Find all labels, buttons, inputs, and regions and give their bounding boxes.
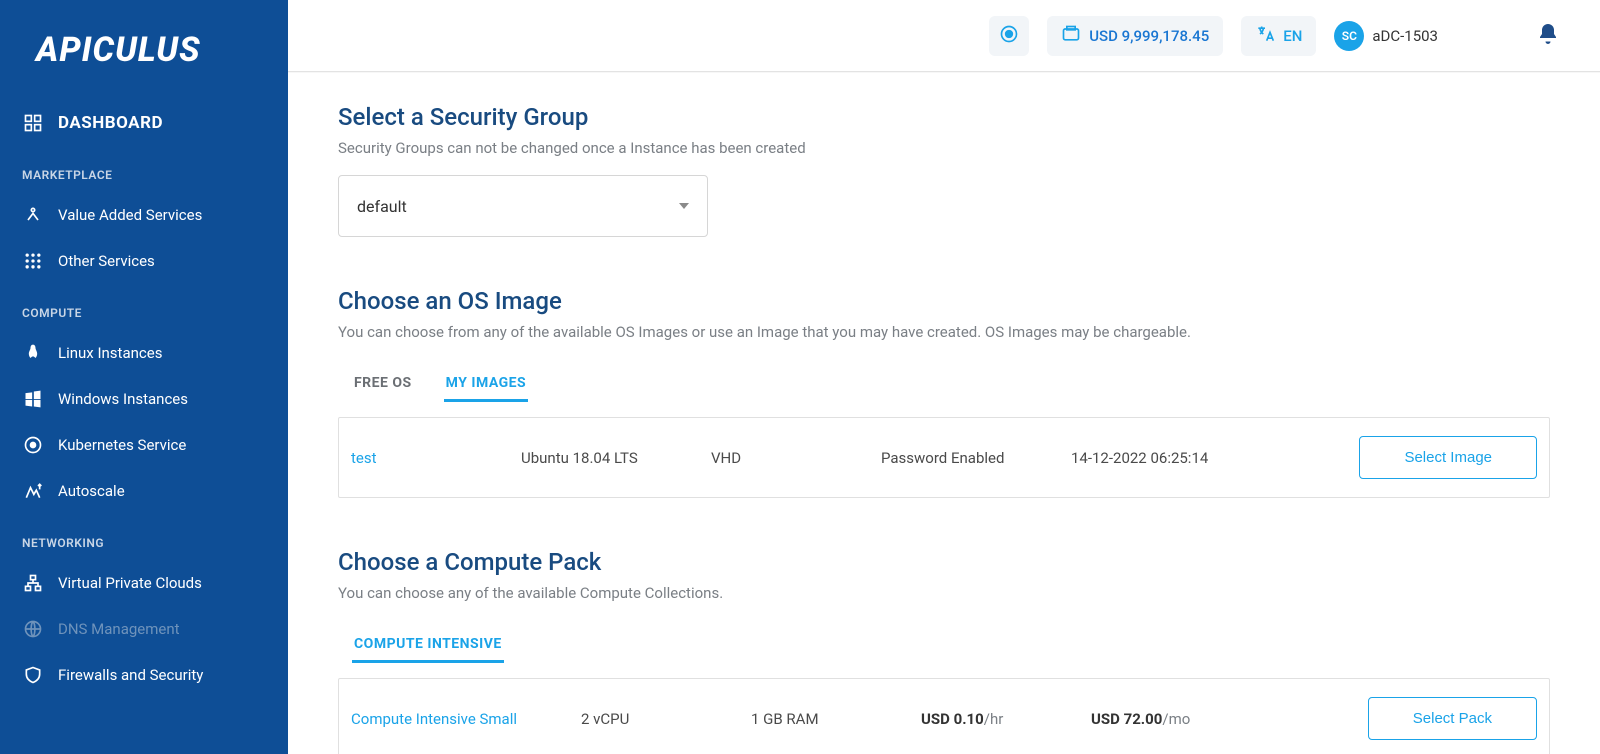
os-image-subtitle: You can choose from any of the available… bbox=[338, 323, 1550, 341]
image-format: VHD bbox=[711, 449, 881, 467]
security-group-title: Select a Security Group bbox=[338, 103, 1550, 131]
pack-name[interactable]: Compute Intensive Small bbox=[351, 710, 581, 728]
image-action-cell: Select Image bbox=[1359, 436, 1537, 479]
sidebar-section-compute: COMPUTE bbox=[0, 284, 288, 330]
pack-price-monthly: USD 72.00/mo bbox=[1091, 710, 1368, 728]
image-os: Ubuntu 18.04 LTS bbox=[521, 449, 711, 467]
bell-icon bbox=[1536, 31, 1560, 50]
tab-free-os[interactable]: FREE OS bbox=[352, 367, 414, 402]
sidebar-item-other-services[interactable]: Other Services bbox=[0, 238, 288, 284]
os-image-table: test Ubuntu 18.04 LTS VHD Password Enabl… bbox=[338, 417, 1550, 498]
globe-region-icon bbox=[999, 24, 1019, 48]
tab-compute-intensive[interactable]: COMPUTE INTENSIVE bbox=[352, 628, 504, 663]
security-group-subtitle: Security Groups can not be changed once … bbox=[338, 139, 1550, 157]
language-code: EN bbox=[1283, 27, 1302, 45]
autoscale-icon bbox=[22, 480, 44, 502]
sidebar-item-label: Virtual Private Clouds bbox=[58, 574, 202, 592]
sidebar-item-label: DNS Management bbox=[58, 620, 180, 638]
pack-action-cell: Select Pack bbox=[1368, 697, 1537, 740]
balance-amount: USD 9,999,178.45 bbox=[1089, 27, 1209, 45]
sidebar-item-dashboard[interactable]: DASHBOARD bbox=[0, 100, 288, 146]
shield-icon bbox=[22, 664, 44, 686]
table-row: Compute Intensive Small 2 vCPU 1 GB RAM … bbox=[339, 679, 1549, 754]
os-image-tabs: FREE OS MY IMAGES bbox=[338, 367, 1550, 403]
compute-pack-title: Choose a Compute Pack bbox=[338, 548, 1550, 576]
linux-icon bbox=[22, 342, 44, 364]
sidebar-item-dns: DNS Management bbox=[0, 606, 288, 652]
language-selector[interactable]: EN bbox=[1241, 16, 1316, 56]
sidebar-item-label: Autoscale bbox=[58, 482, 125, 500]
pack-price-hourly: USD 0.10/hr bbox=[921, 710, 1091, 728]
sidebar-item-label: DASHBOARD bbox=[58, 113, 163, 133]
image-name[interactable]: test bbox=[351, 449, 521, 467]
select-pack-button[interactable]: Select Pack bbox=[1368, 697, 1537, 740]
security-group-select[interactable]: default bbox=[338, 175, 708, 237]
sidebar-item-label: Kubernetes Service bbox=[58, 436, 186, 454]
image-created: 14-12-2022 06:25:14 bbox=[1071, 449, 1359, 467]
sidebar-item-label: Other Services bbox=[58, 252, 155, 270]
balance-chip[interactable]: USD 9,999,178.45 bbox=[1047, 16, 1223, 56]
grid-icon bbox=[22, 250, 44, 272]
avatar: SC bbox=[1334, 21, 1364, 51]
wallet-icon bbox=[1061, 24, 1081, 48]
dashboard-icon bbox=[22, 112, 44, 134]
sidebar-item-kubernetes[interactable]: Kubernetes Service bbox=[0, 422, 288, 468]
sidebar-item-autoscale[interactable]: Autoscale bbox=[0, 468, 288, 514]
sidebar-item-firewalls[interactable]: Firewalls and Security bbox=[0, 652, 288, 698]
username: aDC-1503 bbox=[1372, 27, 1438, 45]
brand-logo: APICULUS bbox=[0, 0, 288, 100]
select-image-button[interactable]: Select Image bbox=[1359, 436, 1537, 479]
sidebar-item-windows-instances[interactable]: Windows Instances bbox=[0, 376, 288, 422]
translate-icon bbox=[1255, 24, 1275, 48]
kubernetes-icon bbox=[22, 434, 44, 456]
sidebar-item-label: Linux Instances bbox=[58, 344, 162, 362]
pack-ram: 1 GB RAM bbox=[751, 710, 921, 728]
windows-icon bbox=[22, 388, 44, 410]
topbar: USD 9,999,178.45 EN SC aDC-1503 bbox=[288, 0, 1600, 72]
table-row: test Ubuntu 18.04 LTS VHD Password Enabl… bbox=[339, 418, 1549, 497]
image-auth: Password Enabled bbox=[881, 449, 1071, 467]
services-icon bbox=[22, 204, 44, 226]
pack-vcpu: 2 vCPU bbox=[581, 710, 751, 728]
sidebar-item-value-added-services[interactable]: Value Added Services bbox=[0, 192, 288, 238]
compute-pack-tabs: COMPUTE INTENSIVE bbox=[338, 628, 1550, 664]
sidebar-section-marketplace: MARKETPLACE bbox=[0, 146, 288, 192]
region-selector[interactable] bbox=[989, 16, 1029, 56]
notifications-button[interactable] bbox=[1536, 22, 1560, 50]
sidebar-item-label: Windows Instances bbox=[58, 390, 188, 408]
sidebar: APICULUS DASHBOARD MARKETPLACE Value Add… bbox=[0, 0, 288, 754]
sidebar-item-label: Firewalls and Security bbox=[58, 666, 203, 684]
sidebar-item-vpc[interactable]: Virtual Private Clouds bbox=[0, 560, 288, 606]
compute-pack-table: Compute Intensive Small 2 vCPU 1 GB RAM … bbox=[338, 678, 1550, 754]
globe-icon bbox=[22, 618, 44, 640]
chevron-down-icon bbox=[679, 203, 689, 209]
tab-my-images[interactable]: MY IMAGES bbox=[444, 367, 529, 402]
network-icon bbox=[22, 572, 44, 594]
security-group-selected: default bbox=[357, 197, 407, 216]
user-menu[interactable]: SC aDC-1503 bbox=[1334, 21, 1438, 51]
os-image-title: Choose an OS Image bbox=[338, 287, 1550, 315]
sidebar-item-linux-instances[interactable]: Linux Instances bbox=[0, 330, 288, 376]
content-area: Select a Security Group Security Groups … bbox=[288, 72, 1600, 754]
sidebar-section-networking: NETWORKING bbox=[0, 514, 288, 560]
sidebar-item-label: Value Added Services bbox=[58, 206, 202, 224]
compute-pack-subtitle: You can choose any of the available Comp… bbox=[338, 584, 1550, 602]
